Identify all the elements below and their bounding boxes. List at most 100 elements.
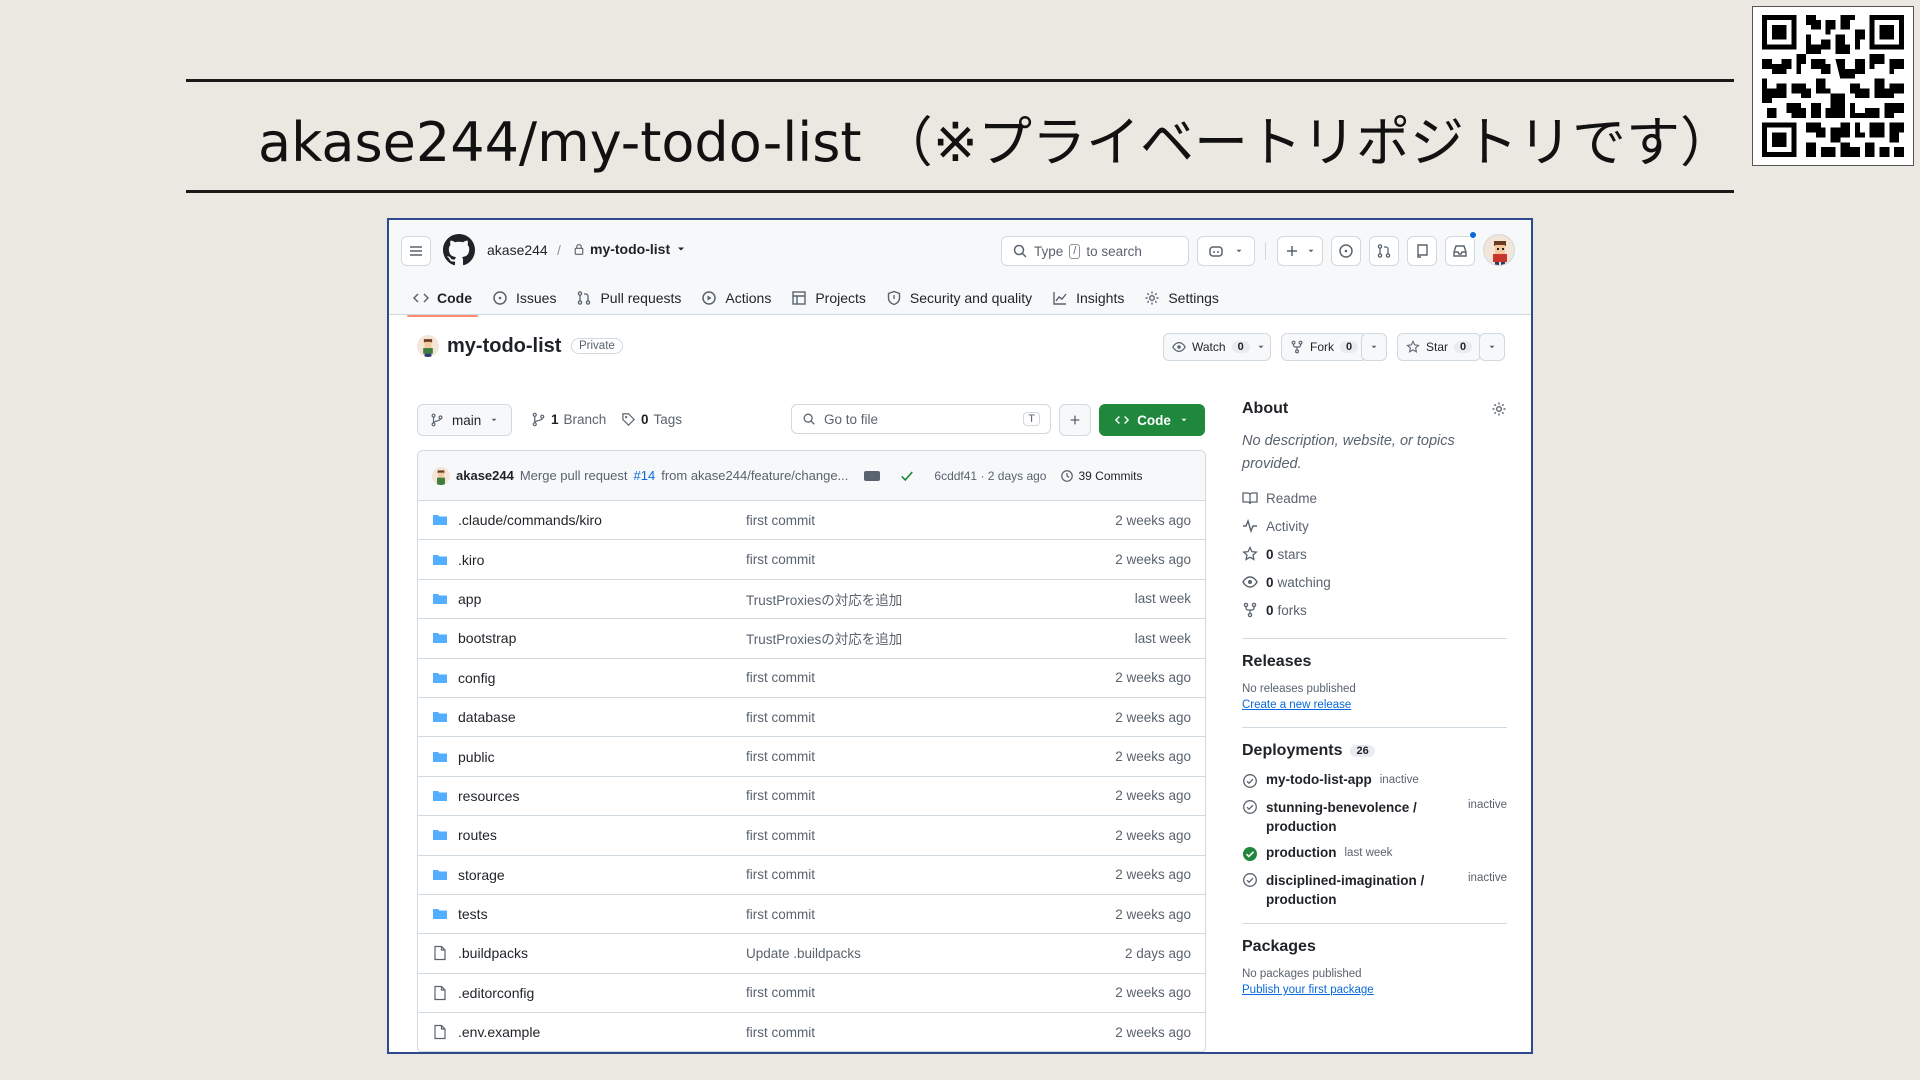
deployment-item[interactable]: production last week (1242, 845, 1507, 862)
menu-button[interactable] (401, 236, 431, 266)
create-release-link[interactable]: Create a new release (1242, 699, 1351, 711)
file-commit-message[interactable]: first commit (746, 867, 815, 882)
file-name[interactable]: routes (458, 827, 497, 843)
branches-link[interactable]: 1 Branch (531, 412, 606, 427)
tags-link[interactable]: 0 Tags (621, 412, 682, 427)
repo-title[interactable]: my-todo-list (447, 335, 561, 358)
repositories-button[interactable] (1407, 236, 1437, 266)
fork-dropdown-button[interactable] (1361, 333, 1387, 361)
watch-button[interactable]: Watch 0 (1163, 333, 1271, 361)
add-file-button[interactable] (1059, 404, 1091, 436)
tab-pull-requests[interactable]: Pull requests (566, 280, 691, 316)
stars-link[interactable]: 0 stars (1242, 540, 1507, 568)
deployment-item[interactable]: stunning-benevolence / production inactiv… (1242, 798, 1507, 836)
file-commit-message[interactable]: first commit (746, 710, 815, 725)
file-row[interactable]: .env.example first commit 2 weeks ago (418, 1013, 1205, 1052)
tab-projects[interactable]: Projects (781, 280, 876, 316)
issues-button[interactable] (1331, 236, 1361, 266)
file-name[interactable]: .claude/commands/kiro (458, 512, 602, 528)
file-commit-message[interactable]: first commit (746, 985, 815, 1000)
deployment-item[interactable]: my-todo-list-app inactive (1242, 772, 1507, 789)
code-button[interactable]: Code (1099, 404, 1205, 436)
copilot-button[interactable] (1197, 236, 1255, 266)
file-commit-message[interactable]: TrustProxiesの対応を追加 (746, 589, 902, 609)
issue-icon (493, 291, 507, 305)
file-name[interactable]: bootstrap (458, 630, 516, 646)
file-name[interactable]: public (458, 749, 495, 765)
gear-icon[interactable] (1491, 401, 1507, 417)
file-commit-message[interactable]: first commit (746, 907, 815, 922)
file-row[interactable]: config first commit 2 weeks ago (418, 659, 1205, 698)
file-row[interactable]: .kiro first commit 2 weeks ago (418, 540, 1205, 580)
forks-link[interactable]: 0 forks (1242, 596, 1507, 624)
file-row[interactable]: database first commit 2 weeks ago (418, 698, 1205, 738)
file-commit-message[interactable]: TrustProxiesの対応を追加 (746, 628, 902, 648)
file-commit-message[interactable]: first commit (746, 828, 815, 843)
file-commit-message[interactable]: first commit (746, 552, 815, 567)
readme-link[interactable]: Readme (1242, 484, 1507, 512)
file-name[interactable]: storage (458, 867, 505, 883)
file-name[interactable]: config (458, 670, 495, 686)
sidebar-divider (1242, 727, 1507, 728)
check-icon[interactable] (900, 469, 914, 483)
file-row[interactable]: .buildpacks Update .buildpacks 2 days ago (418, 934, 1205, 974)
file-row[interactable]: tests first commit 2 weeks ago (418, 895, 1205, 935)
pull-requests-button[interactable] (1369, 236, 1399, 266)
commit-expand-button[interactable] (864, 470, 881, 481)
publish-package-link[interactable]: Publish your first package (1242, 984, 1374, 996)
file-name[interactable]: tests (458, 906, 488, 922)
packages-title[interactable]: Packages (1242, 938, 1507, 956)
commit-history-link[interactable]: 39 Commits (1060, 469, 1143, 483)
repo-avatar (417, 335, 439, 357)
go-to-file-input[interactable]: Go to file T (791, 404, 1051, 434)
commit-sha-time[interactable]: 6cddf41 · 2 days ago (934, 469, 1046, 483)
commit-pr-link[interactable]: #14 (634, 468, 656, 483)
owner-link[interactable]: akase244 (487, 242, 548, 258)
file-name[interactable]: .buildpacks (458, 945, 528, 961)
repo-link[interactable]: my-todo-list (573, 241, 687, 257)
inbox-button[interactable] (1445, 236, 1475, 266)
activity-link[interactable]: Activity (1242, 512, 1507, 540)
file-commit-message[interactable]: first commit (746, 670, 815, 685)
file-name[interactable]: .env.example (458, 1024, 540, 1040)
create-new-button[interactable] (1277, 236, 1323, 266)
github-logo-icon[interactable] (443, 234, 475, 266)
fork-button[interactable]: Fork 0 (1281, 333, 1368, 361)
tab-insights[interactable]: Insights (1042, 280, 1134, 316)
deployment-item[interactable]: disciplined-imagination / production inac… (1242, 871, 1507, 909)
commit-author[interactable]: akase244 (456, 468, 514, 483)
file-row[interactable]: app TrustProxiesの対応を追加 last week (418, 580, 1205, 620)
search-input[interactable]: Type / to search (1001, 236, 1189, 266)
tab-security[interactable]: Security and quality (876, 280, 1042, 316)
tab-settings[interactable]: Settings (1134, 280, 1229, 316)
file-row[interactable]: .claude/commands/kiro first commit 2 weeks… (418, 501, 1205, 541)
file-name[interactable]: database (458, 709, 516, 725)
file-commit-message[interactable]: first commit (746, 513, 815, 528)
star-button[interactable]: Star 0 (1397, 333, 1482, 361)
file-row[interactable]: routes first commit 2 weeks ago (418, 816, 1205, 856)
commit-message-prefix[interactable]: Merge pull request (520, 468, 628, 483)
user-avatar[interactable] (1483, 234, 1515, 266)
commit-message-suffix[interactable]: from akase244/feature/change... (661, 468, 848, 483)
releases-title[interactable]: Releases (1242, 653, 1507, 671)
file-row[interactable]: .editorconfig first commit 2 weeks ago (418, 974, 1205, 1014)
file-commit-message[interactable]: first commit (746, 788, 815, 803)
star-dropdown-button[interactable] (1479, 333, 1505, 361)
tab-code[interactable]: Code (403, 280, 482, 317)
file-row[interactable]: storage first commit 2 weeks ago (418, 856, 1205, 895)
file-row[interactable]: resources first commit 2 weeks ago (418, 777, 1205, 817)
file-commit-message[interactable]: Update .buildpacks (746, 946, 861, 961)
tab-actions[interactable]: Actions (691, 280, 781, 316)
tab-issues[interactable]: Issues (482, 280, 566, 316)
file-row[interactable]: bootstrap TrustProxiesの対応を追加 last week (418, 619, 1205, 659)
file-name[interactable]: .kiro (458, 552, 484, 568)
file-commit-message[interactable]: first commit (746, 1025, 815, 1040)
file-name[interactable]: resources (458, 788, 519, 804)
branch-selector[interactable]: main (417, 404, 513, 436)
watching-link[interactable]: 0 watching (1242, 568, 1507, 596)
deployments-title[interactable]: Deployments (1242, 742, 1342, 760)
file-commit-message[interactable]: first commit (746, 749, 815, 764)
file-name[interactable]: .editorconfig (458, 985, 534, 1001)
file-row[interactable]: public first commit 2 weeks ago (418, 737, 1205, 777)
file-name[interactable]: app (458, 591, 481, 607)
